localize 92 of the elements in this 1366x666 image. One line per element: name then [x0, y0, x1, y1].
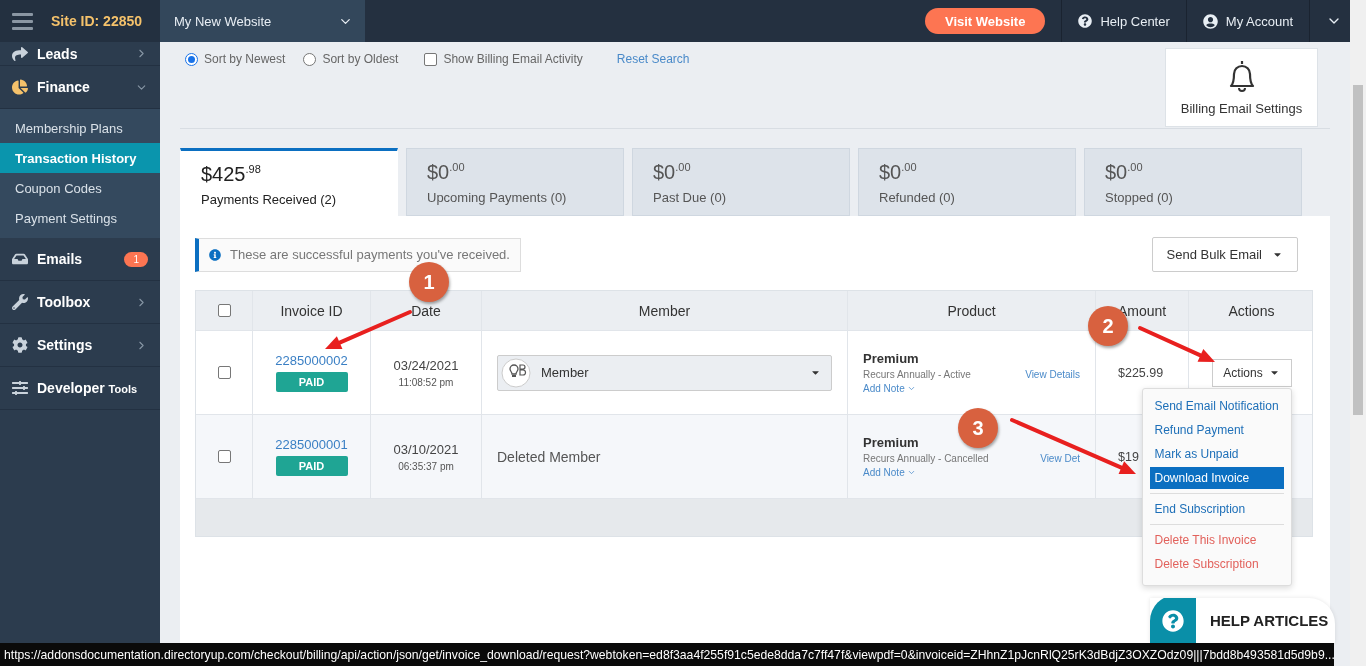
date-text: 03/10/2021 — [393, 441, 459, 457]
info-alert: These are successful payments you've received. — [195, 237, 521, 272]
help-articles-button[interactable]: HELP ARTICLES — [1150, 598, 1335, 643]
recurrence-text: Recurs Annually - Cancelled — [863, 453, 990, 464]
invoice-link[interactable]: 2285000001 — [275, 437, 348, 452]
column-header: Invoice ID — [280, 302, 343, 319]
summary-tab[interactable]: $0$^{.00}$ Refunded (0) — [858, 148, 1076, 216]
tab-amount: $0$^{.00}$ — [653, 161, 692, 184]
product-name: Premium — [863, 351, 920, 366]
tab-amount: $0$^{.00}$ — [1105, 161, 1144, 184]
menu-item[interactable]: Delete This Invoice — [1149, 528, 1284, 551]
my-account-link[interactable]: My Account — [1185, 0, 1309, 42]
time-text: 06:35:37 pm — [398, 460, 454, 472]
status-badge: PAID — [275, 456, 348, 476]
sidebar-subitem[interactable]: Payment Settings — [0, 203, 160, 233]
count-badge: 1 — [124, 251, 148, 267]
chevron-down-icon — [906, 468, 916, 477]
menu-item[interactable]: Send Email Notification — [1149, 394, 1284, 417]
menu-item[interactable]: Mark as Unpaid — [1149, 442, 1284, 465]
menu-icon[interactable] — [12, 12, 33, 30]
add-note-link[interactable]: Add Note — [863, 467, 1041, 478]
menu-item[interactable]: Refund Payment — [1149, 418, 1284, 441]
sidebar-item[interactable]: Settings — [0, 324, 160, 367]
tab-amount: $0$^{.00}$ — [879, 161, 918, 184]
menu-item[interactable]: End Subscription — [1149, 497, 1284, 520]
sidebar-item[interactable]: Developer Tools — [0, 367, 160, 410]
actions-button[interactable]: Actions — [1211, 358, 1292, 387]
summary-tab[interactable]: $0$^{.00}$ Stopped (0) — [1084, 148, 1302, 216]
info-icon — [209, 248, 221, 261]
status-badge: PAID — [275, 372, 348, 392]
column-header: Member — [638, 302, 691, 319]
invoice-link[interactable]: 2285000002 — [275, 353, 348, 368]
tab-label: Payments Received (2) — [201, 192, 338, 207]
radio-button[interactable] — [303, 52, 317, 66]
member-text: Deleted Member — [497, 448, 601, 465]
wrench-icon — [12, 294, 28, 310]
checkbox[interactable] — [217, 450, 231, 463]
amount-text: $19 — [1118, 449, 1139, 464]
settings-icon — [12, 337, 28, 353]
site-id: Site ID: 22850 — [51, 13, 143, 29]
user-icon — [1202, 13, 1218, 29]
help-center-link[interactable]: Help Center — [1061, 0, 1186, 42]
menu-item[interactable]: Download Invoice — [1149, 466, 1284, 489]
tab-label: Upcoming Payments (0) — [427, 190, 568, 205]
tab-amount: $425$^{.98}$ — [201, 163, 262, 186]
bulb-logo-icon — [501, 357, 531, 388]
website-select[interactable]: My New Website — [160, 0, 365, 42]
checkbox[interactable] — [217, 304, 231, 317]
sliders-icon — [12, 380, 28, 396]
send-bulk-email-button[interactable]: Send Bulk Email — [1151, 237, 1298, 272]
sidebar-subitem[interactable]: Coupon Codes — [0, 173, 160, 203]
column-header: Actions — [1228, 302, 1275, 319]
radio-label: Sort by Oldest — [322, 52, 399, 66]
help-icon — [1162, 609, 1184, 632]
help-icon — [1078, 14, 1093, 28]
summary-tab[interactable]: $0$^{.00}$ Upcoming Payments (0) — [406, 148, 624, 216]
add-note-link[interactable]: Add Note — [863, 383, 1026, 394]
amount-text: $225.99 — [1118, 365, 1164, 380]
checkbox[interactable] — [217, 366, 231, 379]
radio-button[interactable] — [185, 52, 198, 66]
sidebar-subitem[interactable]: Membership Plans — [0, 113, 160, 143]
radio-label: Sort by Newest — [204, 52, 286, 66]
sidebar-item[interactable]: Emails 1 — [0, 238, 160, 281]
pie-chart-icon — [12, 79, 28, 95]
reset-search-link[interactable]: Reset Search — [616, 52, 690, 66]
tab-label: Past Due (0) — [653, 190, 727, 205]
product-name: Premium — [863, 435, 920, 450]
scrollbar[interactable] — [1350, 0, 1366, 666]
column-header: Product — [947, 302, 996, 319]
view-details-link[interactable]: View Det — [1040, 453, 1080, 464]
time-text: 11:08:52 pm — [398, 376, 454, 388]
tab-amount: $0$^{.00}$ — [427, 161, 466, 184]
summary-tab[interactable]: $425$^{.98}$ Payments Received (2) — [180, 148, 398, 216]
recurrence-text: Recurs Annually - Active — [863, 369, 972, 380]
sidebar-item[interactable]: Leads — [0, 42, 160, 66]
tab-label: Stopped (0) — [1105, 190, 1174, 205]
billing-email-settings-button[interactable]: Billing Email Settings — [1165, 48, 1318, 127]
sidebar-subitem[interactable]: Transaction History — [0, 143, 160, 173]
menu-item[interactable]: Delete Subscription — [1149, 552, 1284, 575]
member-select[interactable]: Member — [497, 354, 832, 391]
sidebar-item[interactable]: Toolbox — [0, 281, 160, 324]
checkbox[interactable] — [424, 52, 438, 66]
date-text: 03/24/2021 — [393, 357, 459, 373]
column-header: Date — [411, 302, 441, 319]
summary-tab[interactable]: $0$^{.00}$ Past Due (0) — [632, 148, 850, 216]
chevron-down-icon — [906, 384, 916, 393]
checkbox-label: Show Billing Email Activity — [443, 52, 583, 66]
inbox-icon — [12, 251, 28, 267]
share-icon — [12, 45, 28, 62]
tab-label: Refunded (0) — [879, 190, 956, 205]
status-url: https://addonsdocumentation.directoryup.com/checkout/billing/api/action/json/get/invoice_download/request?webtoken=ed8f3aa4f255f91c5ede8dda7c7ff47f&viewpdf=0&invoiceid=ZHhnZ1pJcnRlQ25rK3dBdjZ3OXZOdz09|||7bdd8b493581d5d9b9... — [0, 643, 1334, 666]
view-details-link[interactable]: View Details — [1025, 369, 1080, 380]
